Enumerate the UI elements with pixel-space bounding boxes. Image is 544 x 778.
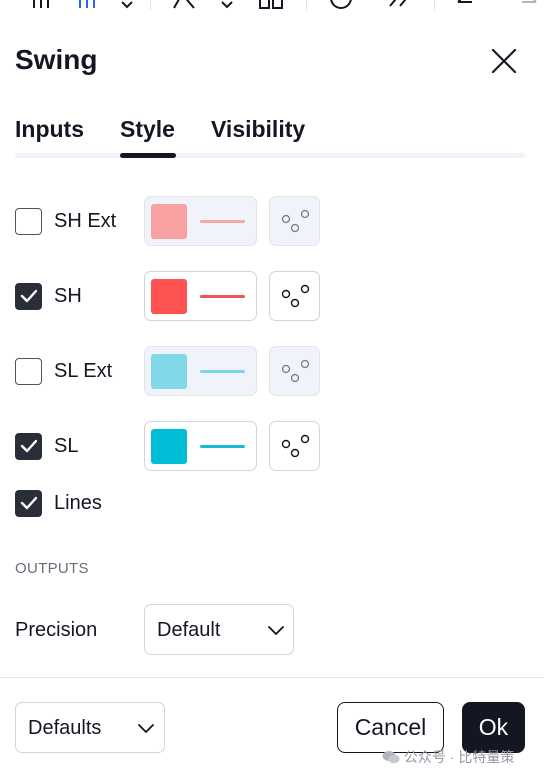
chevron-down-icon[interactable] <box>120 0 134 10</box>
color-picker-sl[interactable] <box>144 421 257 471</box>
defaults-label: Defaults <box>28 717 102 739</box>
checkbox-lines[interactable] <box>15 490 42 517</box>
color-picker-sh[interactable] <box>144 271 257 321</box>
alert-icon[interactable] <box>326 0 356 10</box>
color-swatch <box>151 204 187 239</box>
dots-style-icon <box>281 359 310 383</box>
color-picker-sh-ext[interactable] <box>144 196 257 246</box>
chevron-down-icon <box>138 724 154 734</box>
dots-style-icon <box>281 434 310 458</box>
dots-style-icon <box>281 209 310 233</box>
bottom-clipped-strip <box>0 768 544 778</box>
style-row-sh: SH <box>15 271 335 321</box>
precision-label: Precision <box>15 619 98 641</box>
precision-select[interactable]: Default <box>144 604 294 655</box>
line-sample <box>200 370 245 373</box>
toolbar-divider <box>306 0 307 10</box>
dialog-title: Swing <box>15 44 98 75</box>
clipped-text-fragment <box>0 771 544 778</box>
plot-style-button-sl[interactable] <box>269 421 320 471</box>
checkbox-sh-ext[interactable] <box>15 208 42 235</box>
tab-active-indicator <box>120 153 176 158</box>
line-sample <box>200 220 245 223</box>
candles-icon[interactable] <box>76 0 98 10</box>
watermark: 公众号 · 比特量策 <box>382 747 514 767</box>
layout-icon[interactable] <box>258 0 284 10</box>
close-icon[interactable] <box>490 47 518 75</box>
chevron-down-icon[interactable] <box>220 0 234 10</box>
plot-style-button-sh[interactable] <box>269 271 320 321</box>
precision-value: Default <box>157 619 221 641</box>
redo-icon[interactable] <box>514 0 538 10</box>
replay-icon[interactable] <box>386 0 414 10</box>
toolbar-divider <box>434 0 435 10</box>
defaults-dropdown[interactable]: Defaults <box>15 702 165 753</box>
row-label-sh-ext: SH Ext <box>54 210 117 232</box>
top-toolbar-strip <box>0 0 544 10</box>
checkbox-sh[interactable] <box>15 283 42 310</box>
bar-chart-icon[interactable] <box>30 0 52 10</box>
style-row-lines: Lines <box>15 478 335 528</box>
row-label-lines: Lines <box>54 492 102 514</box>
color-swatch <box>151 429 187 464</box>
watermark-text: 公众号 · 比特量策 <box>403 749 515 765</box>
color-picker-sl-ext[interactable] <box>144 346 257 396</box>
color-swatch <box>151 354 187 389</box>
tab-style[interactable]: Style <box>120 116 175 143</box>
tab-track <box>15 153 525 158</box>
wechat-icon <box>382 751 400 764</box>
checkmark-icon <box>20 496 37 510</box>
line-sample <box>200 295 245 298</box>
dots-style-icon <box>281 284 310 308</box>
plot-style-button-sl-ext[interactable] <box>269 346 320 396</box>
section-title-outputs: OUTPUTS <box>15 560 89 577</box>
cancel-button[interactable]: Cancel <box>337 702 444 753</box>
style-row-sh-ext: SH Ext <box>15 196 335 246</box>
footer-divider <box>0 677 544 678</box>
undo-icon[interactable] <box>456 0 480 10</box>
ok-button[interactable]: Ok <box>462 702 525 753</box>
tab-bar: Inputs Style Visibility <box>15 116 525 160</box>
checkbox-sl-ext[interactable] <box>15 358 42 385</box>
checkbox-sl[interactable] <box>15 433 42 460</box>
line-sample <box>200 445 245 448</box>
toolbar-divider <box>150 0 151 10</box>
checkmark-icon <box>20 289 37 303</box>
tab-inputs[interactable]: Inputs <box>15 116 84 143</box>
plot-style-button-sh-ext[interactable] <box>269 196 320 246</box>
tab-visibility[interactable]: Visibility <box>211 116 305 143</box>
style-row-sl: SL <box>15 421 335 471</box>
chevron-down-icon <box>268 626 284 636</box>
checkmark-icon <box>20 439 37 453</box>
color-swatch <box>151 279 187 314</box>
row-label-sl: SL <box>54 435 79 457</box>
style-row-sl-ext: SL Ext <box>15 346 335 396</box>
row-label-sl-ext: SL Ext <box>54 360 113 382</box>
row-label-sh: SH <box>54 285 82 307</box>
indicators-icon[interactable] <box>172 0 196 10</box>
